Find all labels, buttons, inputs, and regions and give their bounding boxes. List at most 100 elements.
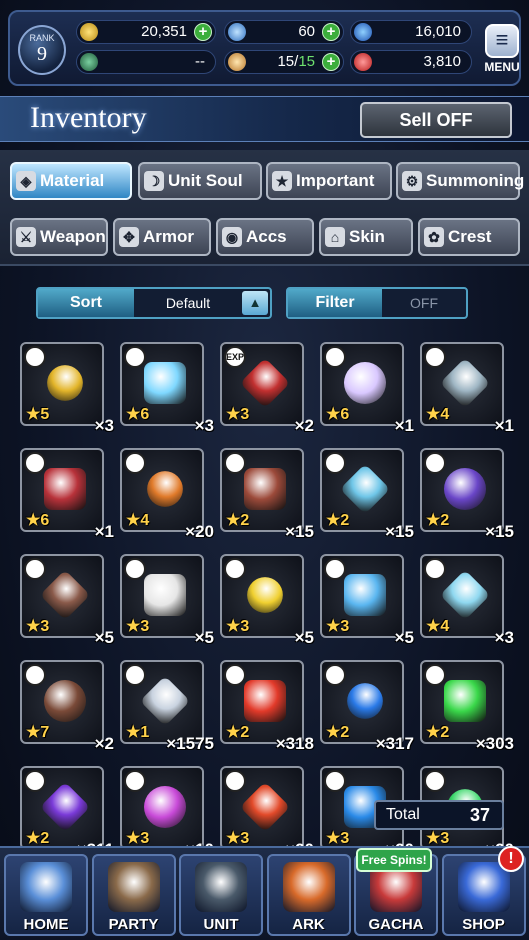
item-quantity: ×303	[475, 734, 514, 753]
item-rarity: ★2	[326, 724, 350, 741]
item-frame: ★6	[20, 448, 104, 532]
sort-value: Default	[165, 295, 211, 311]
rank-badge: RANK 9	[18, 25, 66, 75]
tab-unit-soul[interactable]: ☽ Unit Soul	[138, 162, 262, 200]
item-art-icon	[39, 781, 91, 833]
tab-accs[interactable]: ◉ Accs	[216, 218, 314, 256]
item-cell[interactable]: EXP ★3 ×2	[220, 342, 316, 438]
item-frame: ★7	[20, 660, 104, 744]
shop-alert-badge: !	[498, 846, 524, 872]
item-type-icon	[24, 346, 46, 368]
item-cell[interactable]: ★6 ×1	[20, 448, 116, 544]
item-cell[interactable]: ★1 ×1575	[120, 660, 216, 756]
item-cell[interactable]: ★2 ×303	[420, 660, 516, 756]
item-frame: ★2	[420, 660, 504, 744]
item-frame: EXP ★3	[220, 342, 304, 426]
nav-party-button[interactable]: PARTY	[91, 854, 176, 936]
item-quantity: ×5	[394, 628, 414, 647]
crest-icon: ✿	[424, 227, 444, 247]
filter-control[interactable]: Filter OFF	[286, 287, 468, 319]
item-cell[interactable]: ★2 ×15	[220, 448, 316, 544]
item-type-icon	[324, 346, 346, 368]
item-cell[interactable]: ★6 ×3	[120, 342, 216, 438]
lapis-crystal-icon	[228, 23, 246, 41]
item-rarity: ★2	[326, 512, 350, 529]
tab-crest[interactable]: ✿ Crest	[418, 218, 520, 256]
item-cell[interactable]: ★2 ×317	[320, 660, 416, 756]
item-type-icon	[324, 452, 346, 474]
gil-value: 20,351	[141, 23, 187, 40]
item-cell[interactable]: ★2 ×318	[220, 660, 316, 756]
item-cell[interactable]: ★3 ×5	[220, 554, 316, 650]
item-quantity: ×1575	[166, 734, 214, 753]
tab-summoning-label: Summoning	[426, 171, 525, 190]
tab-armor[interactable]: ✥ Armor	[113, 218, 211, 256]
item-cell[interactable]: ★3 ×5	[20, 554, 116, 650]
item-cell[interactable]: ★2 ×15	[320, 448, 416, 544]
item-cell[interactable]: ★7 ×2	[20, 660, 116, 756]
item-cell[interactable]: ★5 ×3	[20, 342, 116, 438]
item-frame: ★1	[120, 660, 204, 744]
tab-weapon[interactable]: ⚔ Weapon	[10, 218, 108, 256]
item-cell[interactable]: ★3 ×5	[120, 554, 216, 650]
add-energy-button[interactable]: +	[322, 53, 340, 71]
item-cell[interactable]: ★6 ×1	[320, 342, 416, 438]
rank-label: RANK	[29, 33, 55, 43]
item-rarity: ★6	[326, 406, 350, 423]
item-art-icon	[344, 574, 386, 616]
item-rarity: ★2	[226, 512, 250, 529]
item-type-icon	[424, 770, 446, 792]
item-type-icon	[24, 558, 46, 580]
add-gil-button[interactable]: +	[194, 23, 212, 41]
menu-button[interactable]: ≡ MENU	[482, 24, 522, 76]
rank-value: 9	[37, 43, 47, 65]
sort-order-button[interactable]: ▲	[242, 291, 268, 315]
item-type-icon	[124, 664, 146, 686]
item-frame: ★5	[20, 342, 104, 426]
item-frame: ★3	[120, 554, 204, 638]
filter-label: Filter	[288, 289, 382, 317]
nav-home-button[interactable]: HOME	[4, 854, 88, 936]
item-frame: ★3	[20, 554, 104, 638]
item-art-icon	[39, 569, 91, 621]
item-cell[interactable]: ★4 ×3	[420, 554, 516, 650]
tab-skin[interactable]: ⌂ Skin	[319, 218, 413, 256]
lapis-counter: 60 +	[224, 20, 344, 44]
item-type-icon	[424, 664, 446, 686]
add-lapis-button[interactable]: +	[322, 23, 340, 41]
sell-button[interactable]: Sell OFF	[360, 102, 512, 138]
nav-ark-icon	[282, 862, 335, 912]
item-frame: ★4	[420, 554, 504, 638]
item-rarity: ★3	[326, 618, 350, 635]
item-quantity: ×1	[394, 416, 414, 435]
item-rarity: ★2	[226, 724, 250, 741]
item-art-icon	[439, 569, 491, 621]
item-type-icon	[424, 452, 446, 474]
nav-label: ARK	[292, 916, 325, 933]
page-title: Inventory	[30, 101, 147, 134]
item-art-icon	[44, 680, 86, 722]
sort-label: Sort	[38, 289, 134, 317]
gil-coin-icon	[80, 23, 98, 41]
item-type-icon	[224, 452, 246, 474]
item-type-icon	[224, 770, 246, 792]
item-cell[interactable]: ★4 ×20	[120, 448, 216, 544]
item-frame: ★2	[20, 766, 104, 850]
tab-material-label: Material	[40, 171, 105, 190]
item-frame: ★2	[220, 448, 304, 532]
item-art-icon	[144, 362, 186, 404]
item-cell[interactable]: ★3 ×5	[320, 554, 416, 650]
item-cell[interactable]: ★4 ×1	[420, 342, 516, 438]
tab-important[interactable]: ★ Important	[266, 162, 392, 200]
nav-ark-button[interactable]: ARK	[266, 854, 351, 936]
tab-summoning[interactable]: ⚙ Summoning	[396, 162, 524, 200]
item-type-icon	[124, 558, 146, 580]
item-frame: ★2	[220, 660, 304, 744]
item-quantity: ×1	[494, 416, 514, 435]
item-cell[interactable]: ★2 ×15	[420, 448, 516, 544]
tab-material[interactable]: ◈ Material	[10, 162, 132, 200]
friend-points-value: 3,810	[423, 53, 461, 70]
item-rarity: ★3	[326, 830, 350, 847]
sort-control[interactable]: Sort Default ▲	[36, 287, 272, 319]
nav-unit-button[interactable]: UNIT	[179, 854, 263, 936]
